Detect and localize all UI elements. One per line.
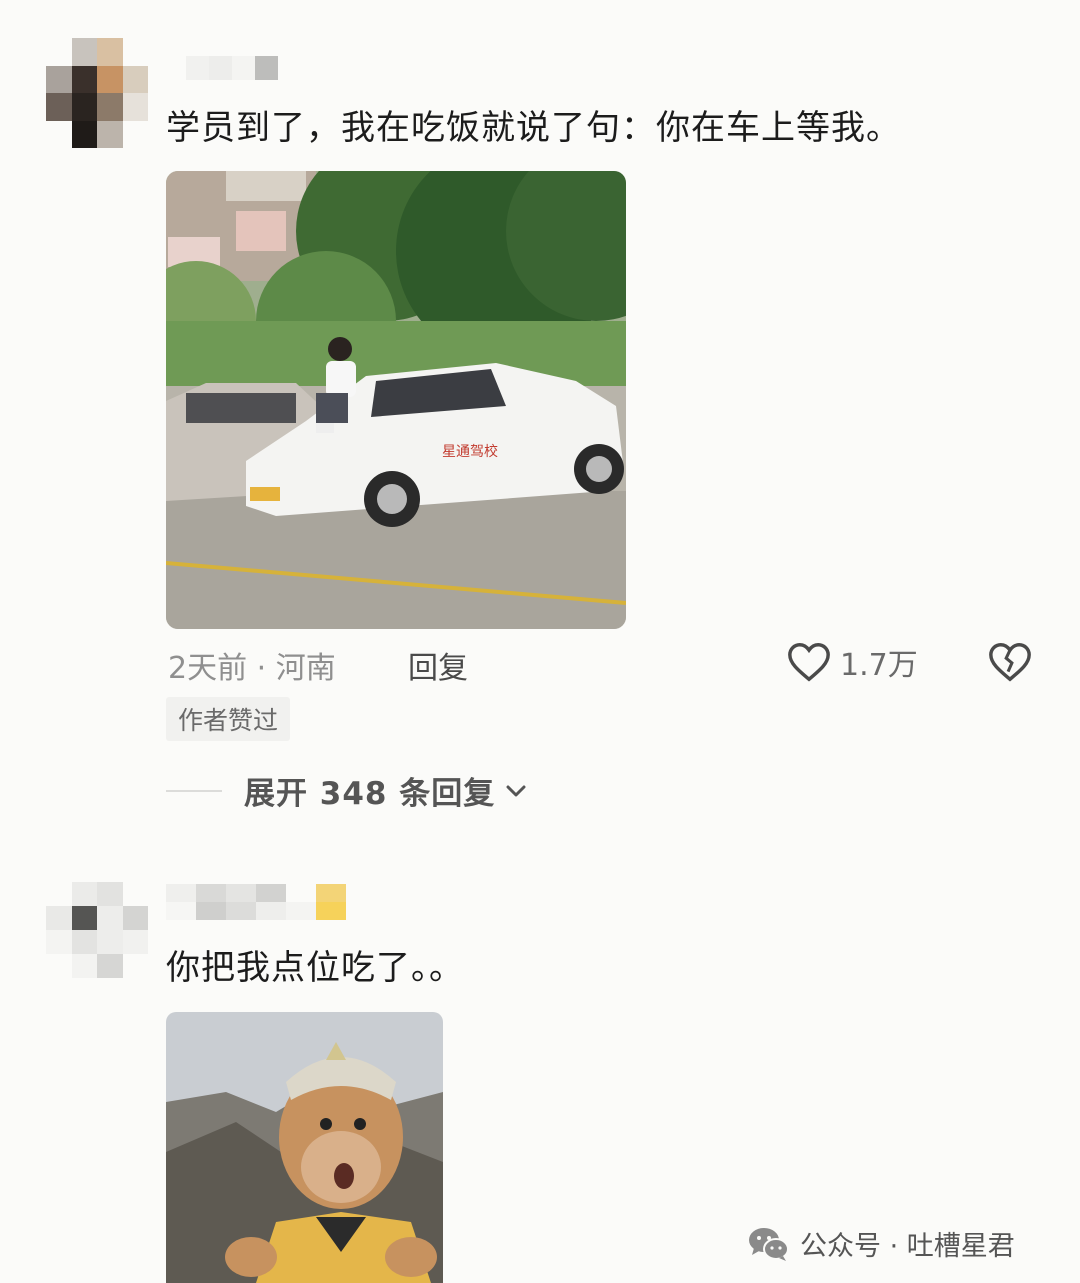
dislike-button[interactable] <box>987 640 1033 688</box>
car-lettering: 星通驾校 <box>442 443 498 459</box>
user-avatar[interactable] <box>46 882 148 978</box>
comment-image[interactable] <box>166 1012 443 1283</box>
expand-replies-label: 展开 348 条回复 <box>244 776 496 812</box>
heart-outline-icon <box>788 643 830 682</box>
user-avatar[interactable] <box>46 38 148 148</box>
comment-time-location: 2天前 · 河南 <box>168 651 336 686</box>
broken-heart-icon <box>989 643 1031 682</box>
expand-replies-button[interactable]: 展开 348 条回复 <box>166 768 529 813</box>
author-liked-badge: 作者赞过 <box>166 697 291 741</box>
photo-driving-school-car-icon: 星通驾校 <box>166 171 626 629</box>
comment-image[interactable]: 星通驾校 <box>166 171 626 629</box>
username[interactable] <box>166 884 346 920</box>
comment-text: 你把我点位吃了。。 <box>166 948 464 988</box>
watermark-label: 公众号 · 吐槽星君 <box>800 1231 1015 1262</box>
comment-text: 学员到了，我在吃饭就说了句：你在车上等我。 <box>166 108 901 148</box>
chevron-down-icon <box>506 785 526 796</box>
reply-button[interactable]: 回复 <box>408 643 468 687</box>
like-count: 1.7万 <box>840 648 918 683</box>
photo-monkey-king-meme-icon <box>166 1012 443 1283</box>
username[interactable] <box>186 56 278 80</box>
like-button[interactable]: 1.7万 <box>786 640 918 684</box>
wechat-icon <box>749 1227 789 1261</box>
divider-line <box>166 789 222 792</box>
watermark: 公众号 · 吐槽星君 <box>748 1224 1015 1263</box>
